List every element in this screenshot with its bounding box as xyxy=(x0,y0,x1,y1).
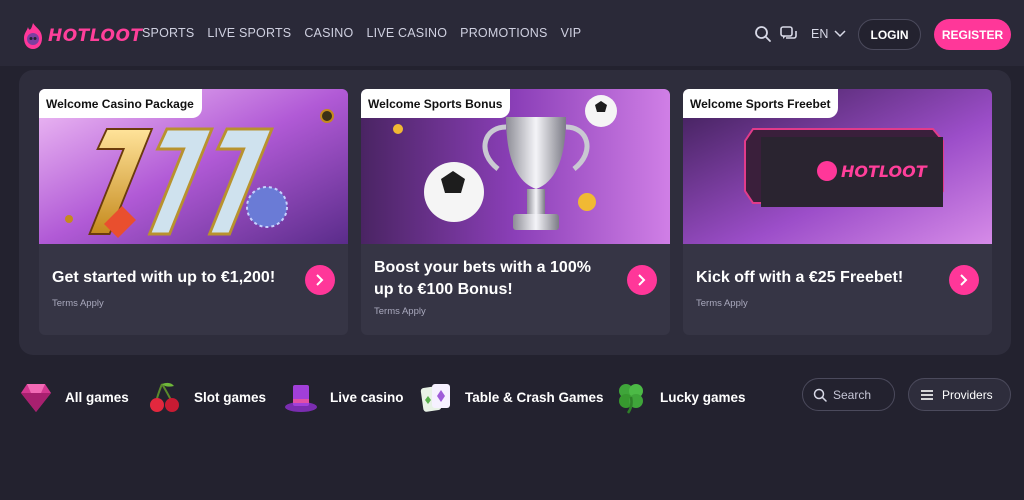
menu-icon xyxy=(921,389,933,400)
register-button[interactable]: REGISTER xyxy=(934,19,1011,50)
chat-icon[interactable] xyxy=(780,25,798,43)
category-label: Slot games xyxy=(194,389,267,405)
promo-terms[interactable]: Terms Apply xyxy=(374,306,426,317)
search-icon xyxy=(813,388,827,402)
category-label: All games xyxy=(65,389,129,405)
flame-skull-icon xyxy=(24,23,42,49)
search-icon[interactable] xyxy=(754,25,772,43)
category-label: Table & Crash Games xyxy=(465,389,604,405)
category-table-crash[interactable]: Table & Crash Games xyxy=(419,378,604,416)
nav-sports[interactable]: SPORTS xyxy=(142,26,194,40)
cards-icon xyxy=(420,384,450,412)
promo-tag: Welcome Casino Package xyxy=(39,89,202,118)
nav-live-sports[interactable]: LIVE SPORTS xyxy=(207,26,291,40)
promo-arrow-button[interactable] xyxy=(627,265,657,295)
promo-card-sports-freebet[interactable]: Welcome Sports Freebet HOTLOOT Kick off … xyxy=(683,89,992,335)
nav-casino[interactable]: CASINO xyxy=(304,26,353,40)
promo-card-casino[interactable]: Welcome Casino Package Get started with … xyxy=(39,89,348,335)
promo-title: Kick off with a €25 Freebet! xyxy=(696,269,904,286)
logo-text: HOTLOOT xyxy=(48,26,143,46)
language-label: EN xyxy=(811,27,829,41)
chevron-right-icon xyxy=(316,274,324,286)
top-hat-icon xyxy=(285,385,317,412)
gem-icon xyxy=(21,384,51,412)
cherries-icon xyxy=(150,382,179,412)
promo-tag: Welcome Sports Freebet xyxy=(683,89,839,118)
nav-vip[interactable]: VIP xyxy=(561,26,582,40)
logo[interactable]: HOTLOOT xyxy=(20,21,143,51)
promo-tag: Welcome Sports Bonus xyxy=(361,89,511,118)
clover-icon xyxy=(619,384,643,414)
login-button[interactable]: LOGIN xyxy=(858,19,921,50)
category-all-games[interactable]: All games xyxy=(19,378,129,416)
language-selector[interactable]: EN xyxy=(811,27,846,41)
chevron-right-icon xyxy=(960,274,968,286)
promo-arrow-button[interactable] xyxy=(305,265,335,295)
search-input[interactable] xyxy=(833,387,888,402)
nav-promotions[interactable]: PROMOTIONS xyxy=(460,26,547,40)
category-label: Live casino xyxy=(330,389,404,405)
category-slot-games[interactable]: Slot games xyxy=(148,378,266,416)
providers-button[interactable]: Providers xyxy=(908,378,1011,411)
category-live-casino[interactable]: Live casino xyxy=(284,378,404,416)
category-label: Lucky games xyxy=(660,389,746,405)
providers-label: Providers xyxy=(942,387,993,402)
banner-logo-text: HOTLOOT xyxy=(841,162,927,181)
category-lucky-games[interactable]: Lucky games xyxy=(614,378,746,416)
promo-terms[interactable]: Terms Apply xyxy=(696,298,748,309)
promo-terms[interactable]: Terms Apply xyxy=(52,298,104,309)
promo-title: Get started with up to €1,200! xyxy=(52,269,276,286)
chevron-down-icon xyxy=(834,30,846,38)
game-search[interactable] xyxy=(802,378,895,411)
promo-card-sports-bonus[interactable]: Welcome Sports Bonus Boost your bets wit… xyxy=(361,89,670,335)
nav-live-casino[interactable]: LIVE CASINO xyxy=(366,26,447,40)
promo-title: Boost your bets with a 100% up to €100 B… xyxy=(374,259,591,298)
chevron-right-icon xyxy=(638,274,646,286)
top-header: HOTLOOT SPORTS LIVE SPORTS CASINO LIVE C… xyxy=(0,0,1024,66)
main-nav: SPORTS LIVE SPORTS CASINO LIVE CASINO PR… xyxy=(142,26,594,40)
promo-arrow-button[interactable] xyxy=(949,265,979,295)
